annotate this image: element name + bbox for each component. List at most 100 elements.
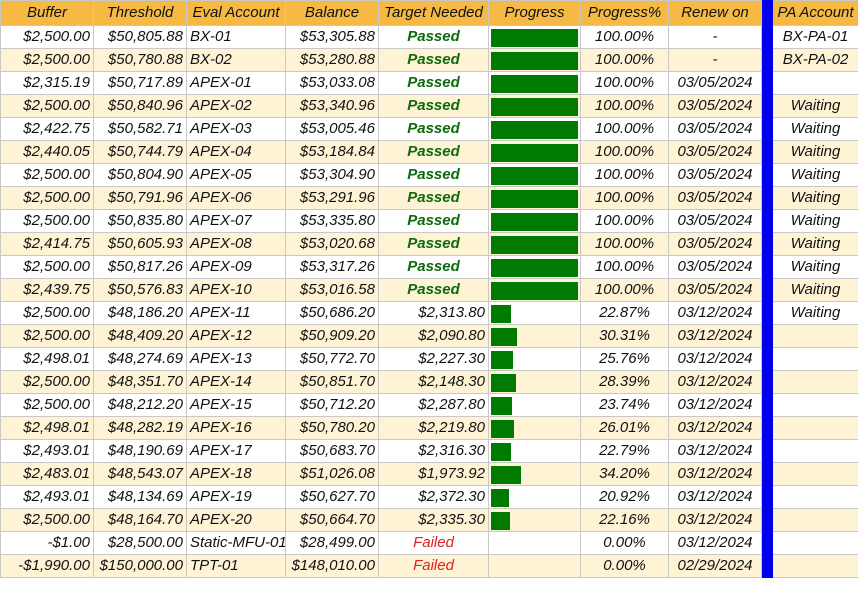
cell-balance[interactable]: $50,780.20 [285,416,379,440]
cell-renew-on[interactable]: 03/12/2024 [668,416,762,440]
cell-eval-account[interactable]: Static-MFU-01 [186,531,286,555]
cell-target-needed[interactable]: $2,372.30 [378,485,489,509]
cell-threshold[interactable]: $50,804.90 [93,163,187,187]
cell-progress[interactable] [488,554,581,578]
cell-target-needed[interactable]: Passed [378,94,489,118]
cell-progress[interactable] [488,531,581,555]
cell-progress-pct[interactable]: 22.87% [580,301,669,325]
cell-eval-account[interactable]: APEX-20 [186,508,286,532]
cell-progress-pct[interactable]: 100.00% [580,209,669,233]
header-pa-account[interactable]: PA Account [772,0,858,26]
cell-eval-account[interactable]: APEX-16 [186,416,286,440]
cell-eval-account[interactable]: APEX-03 [186,117,286,141]
cell-renew-on[interactable]: 02/29/2024 [668,554,762,578]
cell-buffer[interactable]: $2,440.05 [0,140,94,164]
cell-pa-account[interactable]: BX-PA-01 [772,25,858,49]
cell-threshold[interactable]: $50,576.83 [93,278,187,302]
cell-progress[interactable] [488,416,581,440]
cell-pa-account[interactable] [772,439,858,463]
cell-pa-account[interactable]: Waiting [772,140,858,164]
cell-pa-account[interactable]: Waiting [772,186,858,210]
cell-progress-pct[interactable]: 22.16% [580,508,669,532]
cell-target-needed[interactable]: Passed [378,71,489,95]
cell-eval-account[interactable]: APEX-08 [186,232,286,256]
cell-renew-on[interactable]: 03/05/2024 [668,163,762,187]
cell-buffer[interactable]: $2,500.00 [0,25,94,49]
cell-eval-account[interactable]: APEX-01 [186,71,286,95]
cell-progress[interactable] [488,48,581,72]
cell-target-needed[interactable]: $2,313.80 [378,301,489,325]
cell-balance[interactable]: $50,712.20 [285,393,379,417]
cell-progress[interactable] [488,209,581,233]
cell-threshold[interactable]: $50,582.71 [93,117,187,141]
cell-progress-pct[interactable]: 100.00% [580,25,669,49]
cell-eval-account[interactable]: APEX-09 [186,255,286,279]
cell-threshold[interactable]: $50,744.79 [93,140,187,164]
cell-renew-on[interactable]: 03/05/2024 [668,117,762,141]
cell-pa-account[interactable]: Waiting [772,163,858,187]
header-progress[interactable]: Progress [488,0,581,26]
cell-buffer[interactable]: $2,500.00 [0,186,94,210]
cell-balance[interactable]: $50,683.70 [285,439,379,463]
cell-renew-on[interactable]: 03/12/2024 [668,439,762,463]
cell-threshold[interactable]: $50,835.80 [93,209,187,233]
cell-progress-pct[interactable]: 23.74% [580,393,669,417]
cell-eval-account[interactable]: APEX-17 [186,439,286,463]
cell-progress-pct[interactable]: 20.92% [580,485,669,509]
cell-progress-pct[interactable]: 26.01% [580,416,669,440]
cell-renew-on[interactable]: 03/12/2024 [668,508,762,532]
cell-renew-on[interactable]: 03/05/2024 [668,255,762,279]
cell-eval-account[interactable]: APEX-13 [186,347,286,371]
cell-progress[interactable] [488,186,581,210]
cell-pa-account[interactable] [772,462,858,486]
cell-buffer[interactable]: $2,500.00 [0,209,94,233]
cell-progress-pct[interactable]: 30.31% [580,324,669,348]
cell-eval-account[interactable]: APEX-12 [186,324,286,348]
cell-target-needed[interactable]: Passed [378,140,489,164]
cell-buffer[interactable]: -$1,990.00 [0,554,94,578]
cell-target-needed[interactable]: $2,316.30 [378,439,489,463]
cell-renew-on[interactable]: 03/12/2024 [668,324,762,348]
cell-target-needed[interactable]: Passed [378,209,489,233]
cell-renew-on[interactable]: 03/12/2024 [668,393,762,417]
cell-progress-pct[interactable]: 100.00% [580,140,669,164]
cell-balance[interactable]: $53,340.96 [285,94,379,118]
cell-threshold[interactable]: $48,190.69 [93,439,187,463]
cell-progress-pct[interactable]: 100.00% [580,232,669,256]
cell-renew-on[interactable]: 03/05/2024 [668,71,762,95]
cell-target-needed[interactable]: Passed [378,163,489,187]
cell-renew-on[interactable]: - [668,48,762,72]
cell-target-needed[interactable]: Failed [378,531,489,555]
cell-renew-on[interactable]: 03/05/2024 [668,278,762,302]
cell-buffer[interactable]: $2,500.00 [0,370,94,394]
cell-threshold[interactable]: $48,212.20 [93,393,187,417]
cell-balance[interactable]: $53,335.80 [285,209,379,233]
cell-progress[interactable] [488,140,581,164]
cell-target-needed[interactable]: $1,973.92 [378,462,489,486]
cell-progress-pct[interactable]: 34.20% [580,462,669,486]
cell-renew-on[interactable]: 03/05/2024 [668,140,762,164]
cell-renew-on[interactable]: 03/12/2024 [668,370,762,394]
cell-progress[interactable] [488,232,581,256]
cell-buffer[interactable]: $2,498.01 [0,416,94,440]
cell-threshold[interactable]: $28,500.00 [93,531,187,555]
cell-buffer[interactable]: $2,498.01 [0,347,94,371]
cell-eval-account[interactable]: BX-02 [186,48,286,72]
cell-progress[interactable] [488,393,581,417]
cell-renew-on[interactable]: 03/12/2024 [668,301,762,325]
cell-progress[interactable] [488,278,581,302]
cell-balance[interactable]: $53,317.26 [285,255,379,279]
header-balance[interactable]: Balance [285,0,379,26]
cell-progress-pct[interactable]: 100.00% [580,255,669,279]
cell-progress-pct[interactable]: 22.79% [580,439,669,463]
cell-pa-account[interactable]: Waiting [772,301,858,325]
cell-buffer[interactable]: $2,500.00 [0,163,94,187]
cell-balance[interactable]: $50,772.70 [285,347,379,371]
cell-renew-on[interactable]: 03/12/2024 [668,462,762,486]
cell-eval-account[interactable]: TPT-01 [186,554,286,578]
cell-balance[interactable]: $51,026.08 [285,462,379,486]
cell-balance[interactable]: $53,033.08 [285,71,379,95]
cell-pa-account[interactable] [772,416,858,440]
cell-target-needed[interactable]: Passed [378,232,489,256]
cell-buffer[interactable]: $2,422.75 [0,117,94,141]
